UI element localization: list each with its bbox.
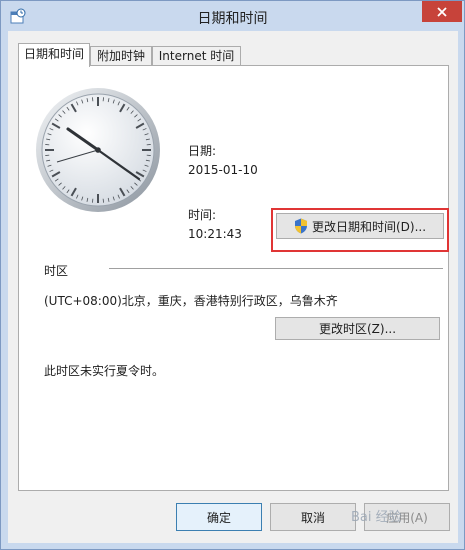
timezone-group-label: 时区	[44, 264, 69, 278]
tab-additional-clocks[interactable]: 附加时钟	[90, 46, 152, 66]
tab-internet-time[interactable]: Internet 时间	[152, 46, 241, 66]
tab-date-time[interactable]: 日期和时间	[18, 43, 90, 67]
title-bar[interactable]: 日期和时间	[1, 1, 464, 31]
timezone-separator	[109, 268, 443, 269]
watermark: Bai 经验	[351, 510, 402, 525]
uac-shield-icon	[294, 218, 307, 234]
cancel-button[interactable]: 取消	[270, 503, 356, 531]
date-label: 日期:	[188, 144, 217, 158]
ok-button[interactable]: 确定	[176, 503, 262, 531]
dialog-client: 日期和时间 附加时钟 Internet 时间 日期: 2015-01-10 时间…	[8, 31, 458, 543]
time-value: 10:21:43	[188, 227, 242, 241]
window-title: 日期和时间	[197, 11, 268, 27]
close-button[interactable]	[422, 1, 462, 22]
analog-clock	[36, 88, 160, 212]
dst-note: 此时区未实行夏令时。	[44, 364, 165, 378]
change-date-time-label: 更改日期和时间(D)...	[311, 219, 427, 234]
time-label: 时间:	[188, 208, 217, 222]
change-timezone-button[interactable]: 更改时区(Z)...	[275, 317, 440, 340]
change-date-time-button[interactable]: 更改日期和时间(D)...	[276, 213, 444, 239]
tab-panel: 日期: 2015-01-10 时间: 10:21:43 更改日期和时间(D)..…	[18, 65, 449, 491]
date-value: 2015-01-10	[188, 163, 258, 177]
close-icon	[437, 6, 447, 17]
date-time-dialog: 日期和时间 日期和时间 附加时钟 Internet 时间 日期: 2015-01…	[0, 0, 465, 550]
timezone-value: (UTC+08:00)北京，重庆，香港特别行政区，乌鲁木齐	[44, 294, 338, 308]
